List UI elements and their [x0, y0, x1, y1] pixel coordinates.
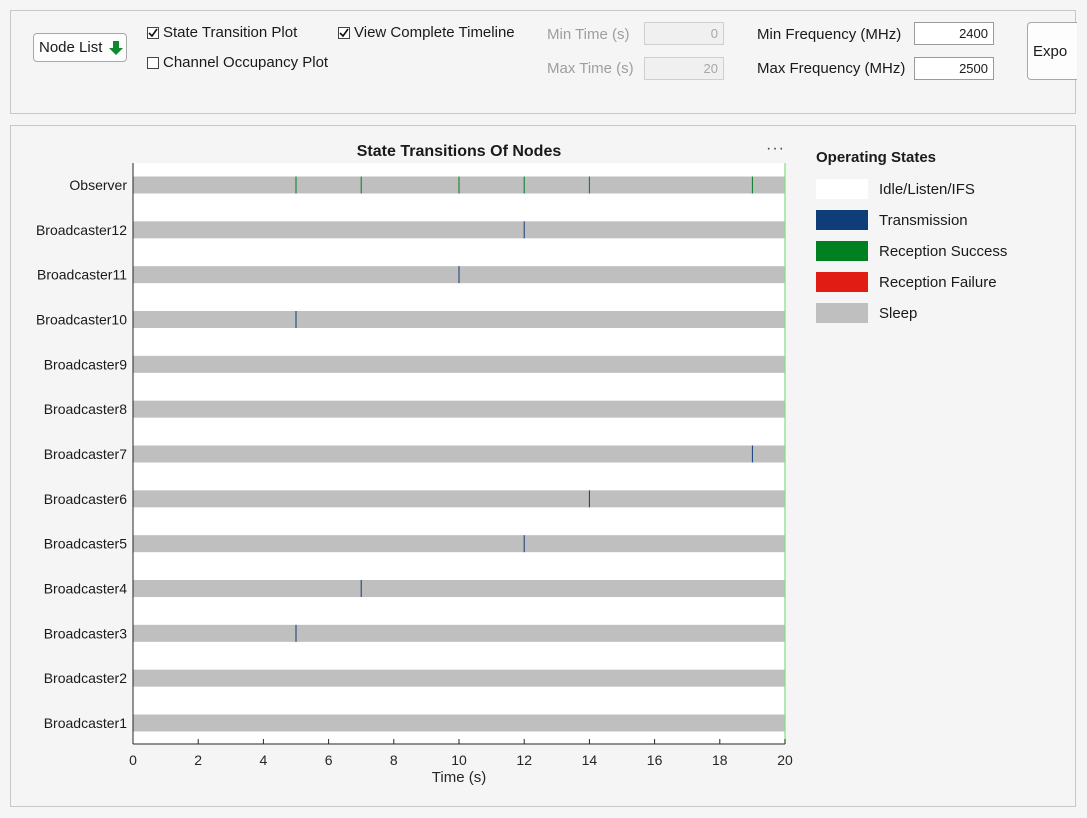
checkbox-box[interactable] — [147, 26, 159, 39]
legend-label: Reception Success — [879, 242, 1008, 260]
x-tick-label: 2 — [194, 752, 202, 768]
checkbox-box[interactable] — [338, 26, 350, 39]
state-bar — [133, 400, 785, 418]
checkmark-icon — [339, 28, 349, 37]
node-label: Broadcaster2 — [44, 670, 127, 686]
node-label: Broadcaster6 — [44, 491, 127, 507]
checkmark-icon — [148, 28, 158, 37]
legend-label: Reception Failure — [879, 273, 997, 291]
state-bar — [133, 445, 785, 463]
min-time-field[interactable]: 0 — [644, 22, 724, 45]
state-event-mark — [458, 266, 460, 284]
x-tick-label: 8 — [390, 752, 398, 768]
channel-occupancy-checkbox[interactable]: Channel Occupancy Plot — [147, 54, 328, 71]
legend-swatch — [816, 272, 868, 292]
export-button[interactable]: Expo — [1027, 22, 1077, 80]
channel-occupancy-label: Channel Occupancy Plot — [163, 54, 329, 71]
node-label: Broadcaster8 — [44, 401, 127, 417]
legend-title: Operating States — [816, 149, 937, 166]
state-bar — [133, 490, 785, 508]
checkbox-box[interactable] — [147, 56, 159, 69]
legend-label: Sleep — [879, 304, 918, 322]
legend-item: Transmission — [816, 210, 968, 230]
state-event-mark — [588, 176, 590, 194]
min-frequency-label: Min Frequency (MHz) — [757, 26, 902, 43]
x-tick-label: 18 — [712, 752, 728, 768]
state-event-mark — [360, 176, 362, 194]
legend-item: Reception Failure — [816, 272, 997, 292]
node-label: Broadcaster9 — [44, 356, 127, 372]
x-tick-label: 14 — [582, 752, 598, 768]
state-bar — [133, 311, 785, 328]
state-bar — [133, 624, 785, 642]
x-tick-label: 6 — [325, 752, 333, 768]
state-bar — [133, 355, 785, 373]
chart-title: State Transitions Of Nodes — [357, 143, 562, 160]
legend-swatch — [816, 179, 868, 199]
min-frequency-field[interactable]: 2400 — [914, 22, 994, 45]
node-list-label: Node List — [39, 39, 103, 56]
node-label: Broadcaster1 — [44, 715, 127, 731]
state-event-mark — [588, 490, 590, 508]
x-tick-label: 20 — [777, 752, 793, 768]
state-event-mark — [295, 311, 297, 328]
legend-label: Transmission — [879, 211, 968, 229]
node-label: Broadcaster7 — [44, 446, 127, 462]
state-event-mark — [523, 535, 525, 553]
more-options-icon[interactable]: ··· — [766, 140, 785, 158]
x-tick-label: 4 — [260, 752, 268, 768]
x-tick-label: 0 — [129, 752, 137, 768]
state-transition-checkbox[interactable]: State Transition Plot — [147, 24, 297, 41]
x-axis-label: Time (s) — [432, 769, 486, 786]
max-frequency-label: Max Frequency (MHz) — [757, 60, 906, 77]
state-event-mark — [751, 445, 753, 463]
node-label: Broadcaster11 — [37, 267, 127, 283]
state-bar — [133, 669, 785, 687]
state-event-mark — [523, 176, 525, 194]
state-bar — [133, 580, 785, 597]
state-event-mark — [295, 176, 297, 194]
node-list-button[interactable]: Node List — [33, 33, 127, 62]
x-tick-label: 12 — [516, 752, 532, 768]
state-event-mark — [523, 221, 525, 239]
state-bar — [133, 714, 785, 732]
legend-item: Sleep — [816, 303, 917, 323]
export-label: Expo — [1033, 42, 1068, 60]
node-label: Broadcaster5 — [44, 536, 127, 552]
node-label: Broadcaster12 — [36, 222, 127, 238]
state-event-mark — [360, 580, 362, 597]
legend-item: Idle/Listen/IFS — [816, 179, 975, 199]
state-event-mark — [751, 176, 753, 194]
node-label: Broadcaster3 — [44, 625, 127, 641]
legend-swatch — [816, 241, 868, 261]
max-time-label: Max Time (s) — [547, 60, 634, 77]
state-event-mark — [458, 176, 460, 194]
view-timeline-label: View Complete Timeline — [354, 24, 515, 41]
legend-swatch — [816, 210, 868, 230]
node-label: Broadcaster4 — [44, 581, 127, 597]
min-time-label: Min Time (s) — [547, 26, 630, 43]
x-tick-label: 10 — [451, 752, 467, 768]
state-transition-label: State Transition Plot — [163, 24, 298, 41]
node-label: Observer — [69, 177, 127, 193]
legend-swatch — [816, 303, 868, 323]
state-transition-chart: State Transitions Of Nodes Observer Broadc… — [36, 143, 793, 786]
state-bar — [133, 535, 785, 553]
state-event-mark — [295, 624, 297, 642]
max-time-field[interactable]: 20 — [644, 57, 724, 80]
view-complete-timeline-checkbox[interactable]: View Complete Timeline — [338, 24, 515, 41]
node-label: Broadcaster10 — [36, 312, 127, 328]
legend-label: Idle/Listen/IFS — [879, 180, 975, 198]
legend-item: Reception Success — [816, 241, 1007, 261]
max-frequency-field[interactable]: 2500 — [914, 57, 994, 80]
x-tick-label: 16 — [647, 752, 663, 768]
state-bar — [133, 221, 785, 239]
arrow-down-icon — [108, 40, 124, 56]
